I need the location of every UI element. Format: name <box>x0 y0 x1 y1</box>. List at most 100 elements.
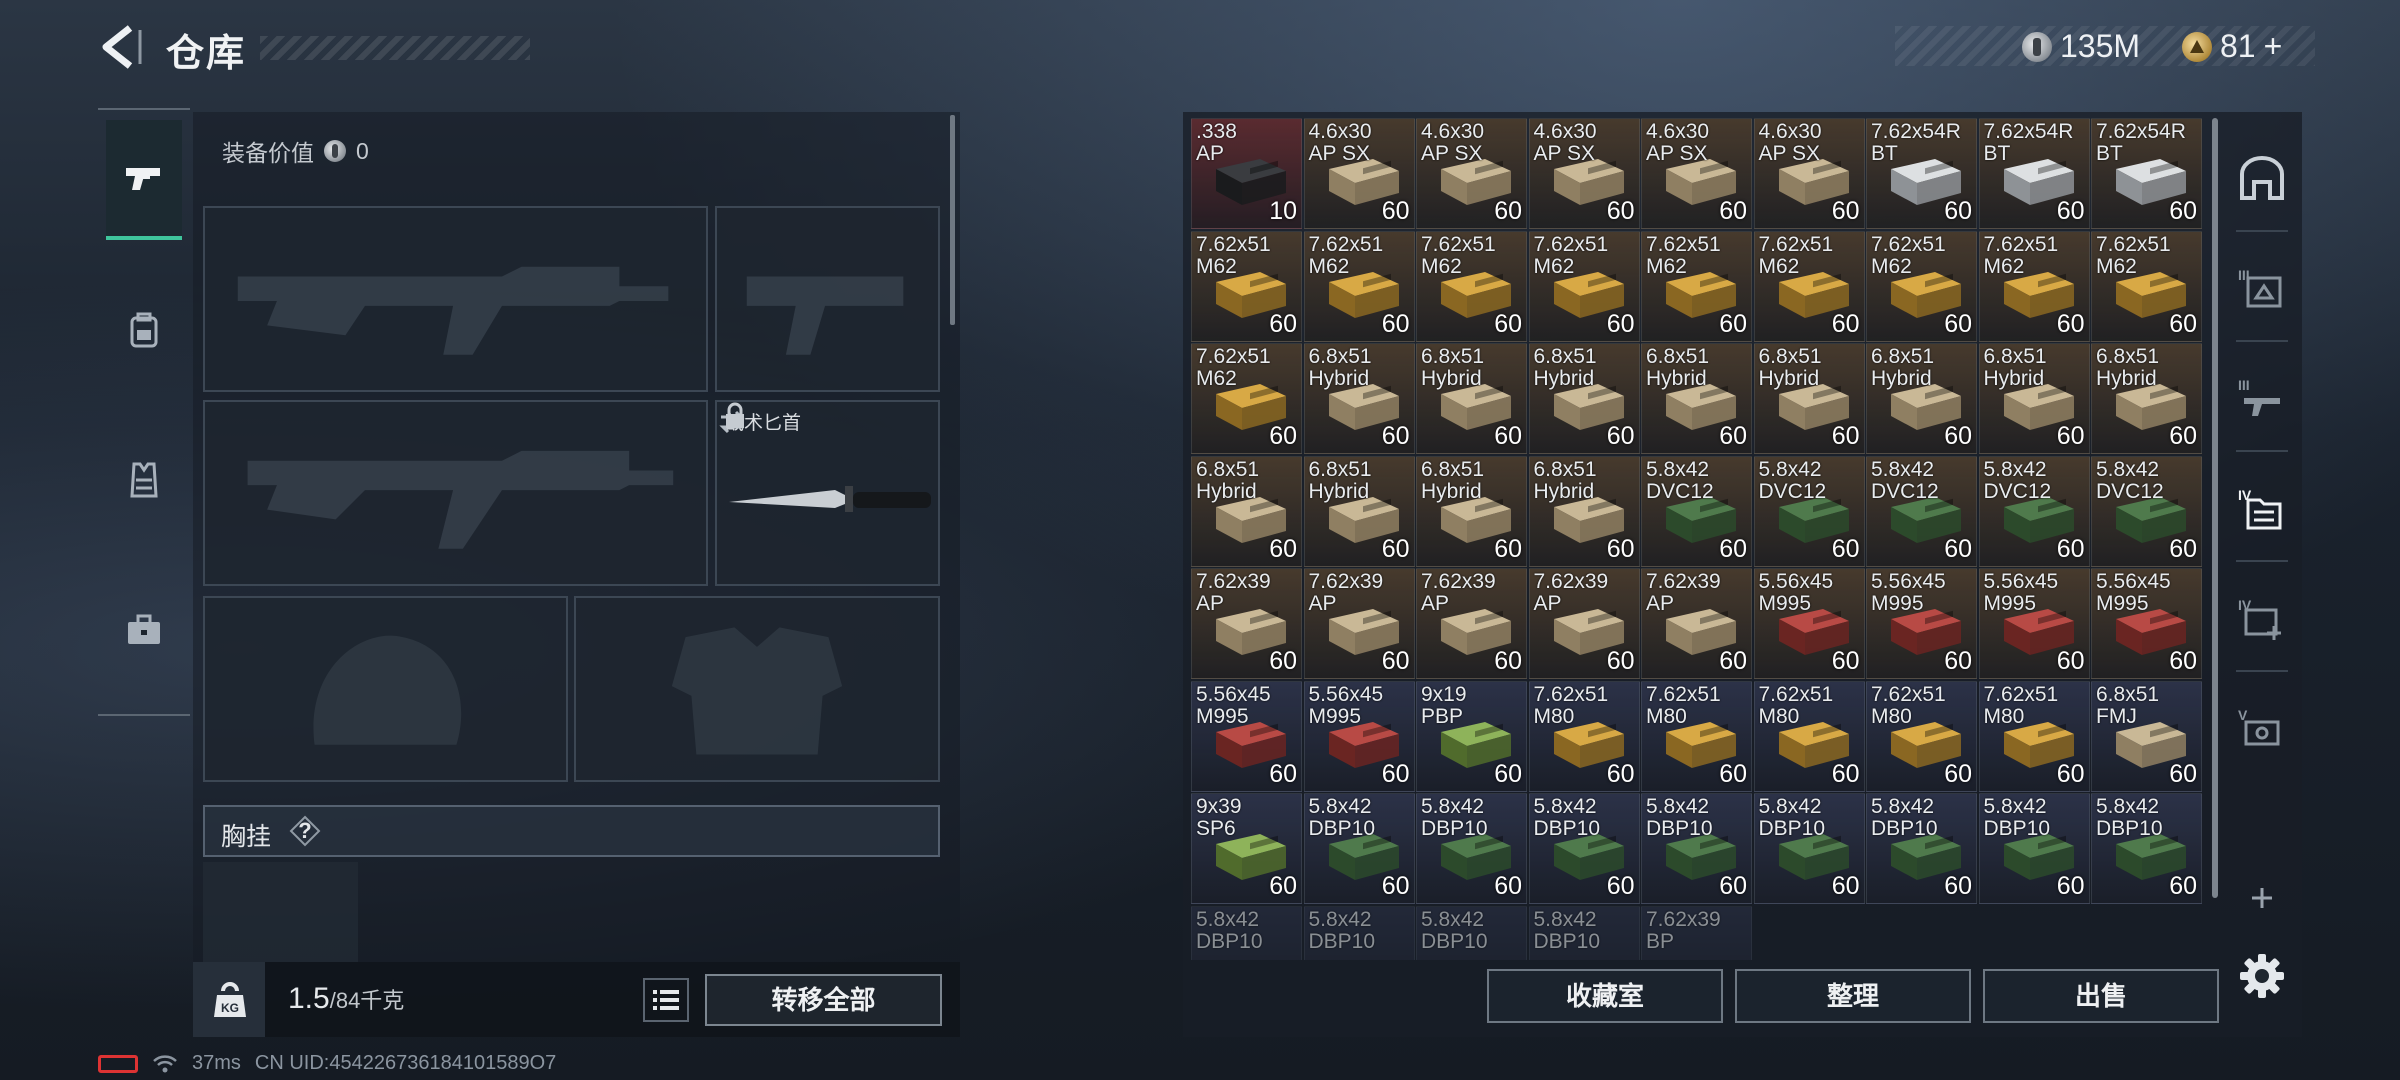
inventory-item[interactable]: 7.62x51 M62 60 <box>1753 230 1865 342</box>
inventory-item[interactable]: 7.62x51 M62 60 <box>1528 230 1640 342</box>
inventory-item[interactable]: 6.8x51 Hybrid 60 <box>1866 343 1977 454</box>
inventory-item[interactable]: 6.8x51 Hybrid 60 <box>2091 343 2202 454</box>
sort-button[interactable]: 整理 <box>1735 969 1971 1023</box>
inventory-item[interactable]: 6.8x51 Hybrid 60 <box>1528 343 1640 454</box>
inventory-item[interactable]: 7.62x51 M80 60 <box>1528 680 1640 792</box>
inventory-item[interactable]: 5.56x45 M995 60 <box>1753 568 1865 679</box>
list-view-button[interactable] <box>643 978 689 1022</box>
inventory-item[interactable]: 6.8x51 Hybrid 60 <box>1416 343 1527 454</box>
inventory-item[interactable]: 4.6x30 AP SX 60 <box>1416 118 1527 229</box>
gold-currency[interactable]: 81 + <box>2182 28 2282 65</box>
primary-weapon-slot[interactable] <box>203 206 708 392</box>
inventory-item[interactable]: 7.62x54R BT 60 <box>1978 118 2090 229</box>
rail-storage-3b[interactable]: III <box>2236 372 2288 424</box>
inventory-item[interactable]: 7.62x54R BT 60 <box>2091 118 2202 229</box>
inventory-item[interactable]: 6.8x51 FMJ 60 <box>2091 680 2202 792</box>
inventory-item[interactable]: 5.8x42 DBP10 60 <box>1641 793 1752 904</box>
inventory-item[interactable]: 7.62x39 AP 60 <box>1528 568 1640 679</box>
inventory-item[interactable]: 4.6x30 AP SX 60 <box>1753 118 1865 229</box>
rail-storage-3a[interactable]: III <box>2236 262 2288 314</box>
tab-case[interactable] <box>106 570 182 690</box>
loadout-scrollbar[interactable] <box>950 115 955 325</box>
inventory-item[interactable]: 7.62x51 M80 60 <box>1753 680 1865 792</box>
inventory-item[interactable]: 7.62x51 M62 60 <box>1641 230 1752 342</box>
inventory-item[interactable]: 7.62x39 AP 60 <box>1416 568 1527 679</box>
back-button[interactable] <box>96 22 146 72</box>
inventory-item[interactable]: 5.8x42 DBP10 60 <box>1753 793 1865 904</box>
inventory-item[interactable]: 7.62x39 BP <box>1641 905 1752 960</box>
inventory-item[interactable]: 7.62x51 M62 60 <box>2091 230 2202 342</box>
rail-storage-5[interactable]: V <box>2236 702 2288 754</box>
pistol-icon <box>126 168 160 190</box>
chest-rig-slot[interactable] <box>203 862 358 962</box>
rail-storage-4b[interactable]: IV <box>2236 592 2288 644</box>
inventory-item[interactable]: 7.62x51 M62 60 <box>1866 230 1977 342</box>
inventory-item[interactable]: 5.56x45 M995 60 <box>1978 568 2090 679</box>
inventory-item[interactable]: 7.62x39 AP 60 <box>1191 568 1302 679</box>
secondary-weapon-slot[interactable] <box>715 206 940 392</box>
tab-weapons[interactable] <box>106 120 182 240</box>
inventory-item[interactable]: .338 AP 10 <box>1191 118 1302 229</box>
inventory-item[interactable]: 5.8x42 DBP10 60 <box>1303 793 1415 904</box>
inventory-item[interactable]: 7.62x51 M62 60 <box>1416 230 1527 342</box>
inventory-item[interactable]: 5.8x42 DBP10 <box>1191 905 1302 960</box>
inventory-item[interactable]: 6.8x51 Hybrid 60 <box>1303 455 1415 567</box>
inventory-item[interactable]: 7.62x51 M62 60 <box>1191 343 1302 454</box>
settings-button[interactable] <box>2236 950 2288 1002</box>
collection-room-button[interactable]: 收藏室 <box>1487 969 1723 1023</box>
item-label: 6.8x51 Hybrid <box>1533 345 1597 390</box>
inventory-item[interactable]: 6.8x51 Hybrid 60 <box>1978 343 2090 454</box>
inventory-item[interactable]: 5.8x42 DBP10 60 <box>1528 793 1640 904</box>
knife-slot[interactable]: 战术匕首 <box>715 400 940 586</box>
inventory-item[interactable]: 5.8x42 DBP10 60 <box>1866 793 1977 904</box>
inventory-item[interactable]: 6.8x51 Hybrid 60 <box>1753 343 1865 454</box>
inventory-item[interactable]: 5.8x42 DBP10 <box>1528 905 1640 960</box>
inventory-item[interactable]: 5.8x42 DVC12 60 <box>1753 455 1865 567</box>
inventory-item[interactable]: 7.62x54R BT 60 <box>1866 118 1977 229</box>
inventory-item[interactable]: 5.8x42 DBP10 60 <box>1416 793 1527 904</box>
add-storage-button[interactable] <box>2236 872 2288 924</box>
helmet-slot[interactable] <box>203 596 568 782</box>
inventory-item[interactable]: 6.8x51 Hybrid 60 <box>1528 455 1640 567</box>
inventory-item[interactable]: 6.8x51 Hybrid 60 <box>1191 455 1302 567</box>
rail-storage-4a[interactable]: IV <box>2236 482 2288 534</box>
add-currency-icon[interactable]: + <box>2264 28 2283 65</box>
tertiary-weapon-slot[interactable] <box>203 400 708 586</box>
inventory-item[interactable]: 7.62x51 M62 60 <box>1978 230 2090 342</box>
inventory-scrollbar[interactable] <box>2212 118 2218 898</box>
transfer-all-button[interactable]: 转移全部 <box>705 974 942 1026</box>
inventory-item[interactable]: 5.56x45 M995 60 <box>1866 568 1977 679</box>
tab-vest[interactable] <box>106 420 182 540</box>
inventory-item[interactable]: 4.6x30 AP SX 60 <box>1528 118 1640 229</box>
inventory-item[interactable]: 5.8x42 DBP10 <box>1303 905 1415 960</box>
inventory-item[interactable]: 4.6x30 AP SX 60 <box>1641 118 1752 229</box>
inventory-item[interactable]: 5.8x42 DVC12 60 <box>2091 455 2202 567</box>
inventory-item[interactable]: 6.8x51 Hybrid 60 <box>1303 343 1415 454</box>
inventory-item[interactable]: 5.8x42 DBP10 60 <box>1978 793 2090 904</box>
inventory-item[interactable]: 7.62x51 M62 60 <box>1191 230 1302 342</box>
inventory-item[interactable]: 6.8x51 Hybrid 60 <box>1416 455 1527 567</box>
armor-slot[interactable] <box>574 596 940 782</box>
inventory-item[interactable]: 7.62x51 M80 60 <box>1866 680 1977 792</box>
help-icon[interactable]: ? <box>289 815 321 847</box>
sell-button[interactable]: 出售 <box>1983 969 2219 1023</box>
inventory-item[interactable]: 9x39 SP6 60 <box>1191 793 1302 904</box>
inventory-item[interactable]: 5.8x42 DVC12 60 <box>1978 455 2090 567</box>
inventory-item[interactable]: 5.8x42 DBP10 60 <box>2091 793 2202 904</box>
rail-main-storage[interactable] <box>2236 152 2288 204</box>
inventory-item[interactable]: 5.56x45 M995 60 <box>2091 568 2202 679</box>
inventory-item[interactable]: 5.56x45 M995 60 <box>1191 680 1302 792</box>
tab-backpack[interactable] <box>106 270 182 390</box>
inventory-item[interactable]: 5.8x42 DBP10 <box>1416 905 1527 960</box>
inventory-item[interactable]: 6.8x51 Hybrid 60 <box>1641 343 1752 454</box>
inventory-item[interactable]: 7.62x51 M62 60 <box>1303 230 1415 342</box>
inventory-item[interactable]: 9x19 PBP 60 <box>1416 680 1527 792</box>
inventory-item[interactable]: 5.8x42 DVC12 60 <box>1866 455 1977 567</box>
inventory-item[interactable]: 7.62x39 AP 60 <box>1303 568 1415 679</box>
inventory-item[interactable]: 5.56x45 M995 60 <box>1303 680 1415 792</box>
inventory-item[interactable]: 7.62x51 M80 60 <box>1641 680 1752 792</box>
inventory-item[interactable]: 7.62x51 M80 60 <box>1978 680 2090 792</box>
inventory-item[interactable]: 5.8x42 DVC12 60 <box>1641 455 1752 567</box>
inventory-item[interactable]: 7.62x39 AP 60 <box>1641 568 1752 679</box>
inventory-item[interactable]: 4.6x30 AP SX 60 <box>1303 118 1415 229</box>
